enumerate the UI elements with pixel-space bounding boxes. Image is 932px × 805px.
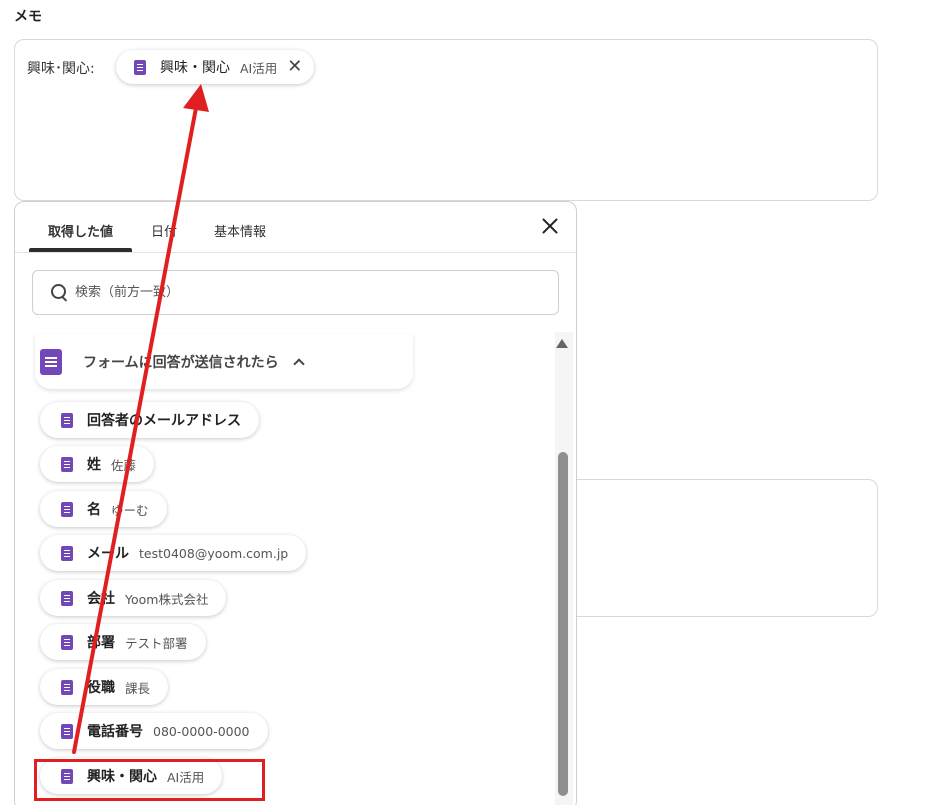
annotation-arrow-shaft — [72, 106, 198, 754]
annotation-arrow-head — [183, 84, 209, 112]
annotation-arrow — [72, 84, 209, 754]
